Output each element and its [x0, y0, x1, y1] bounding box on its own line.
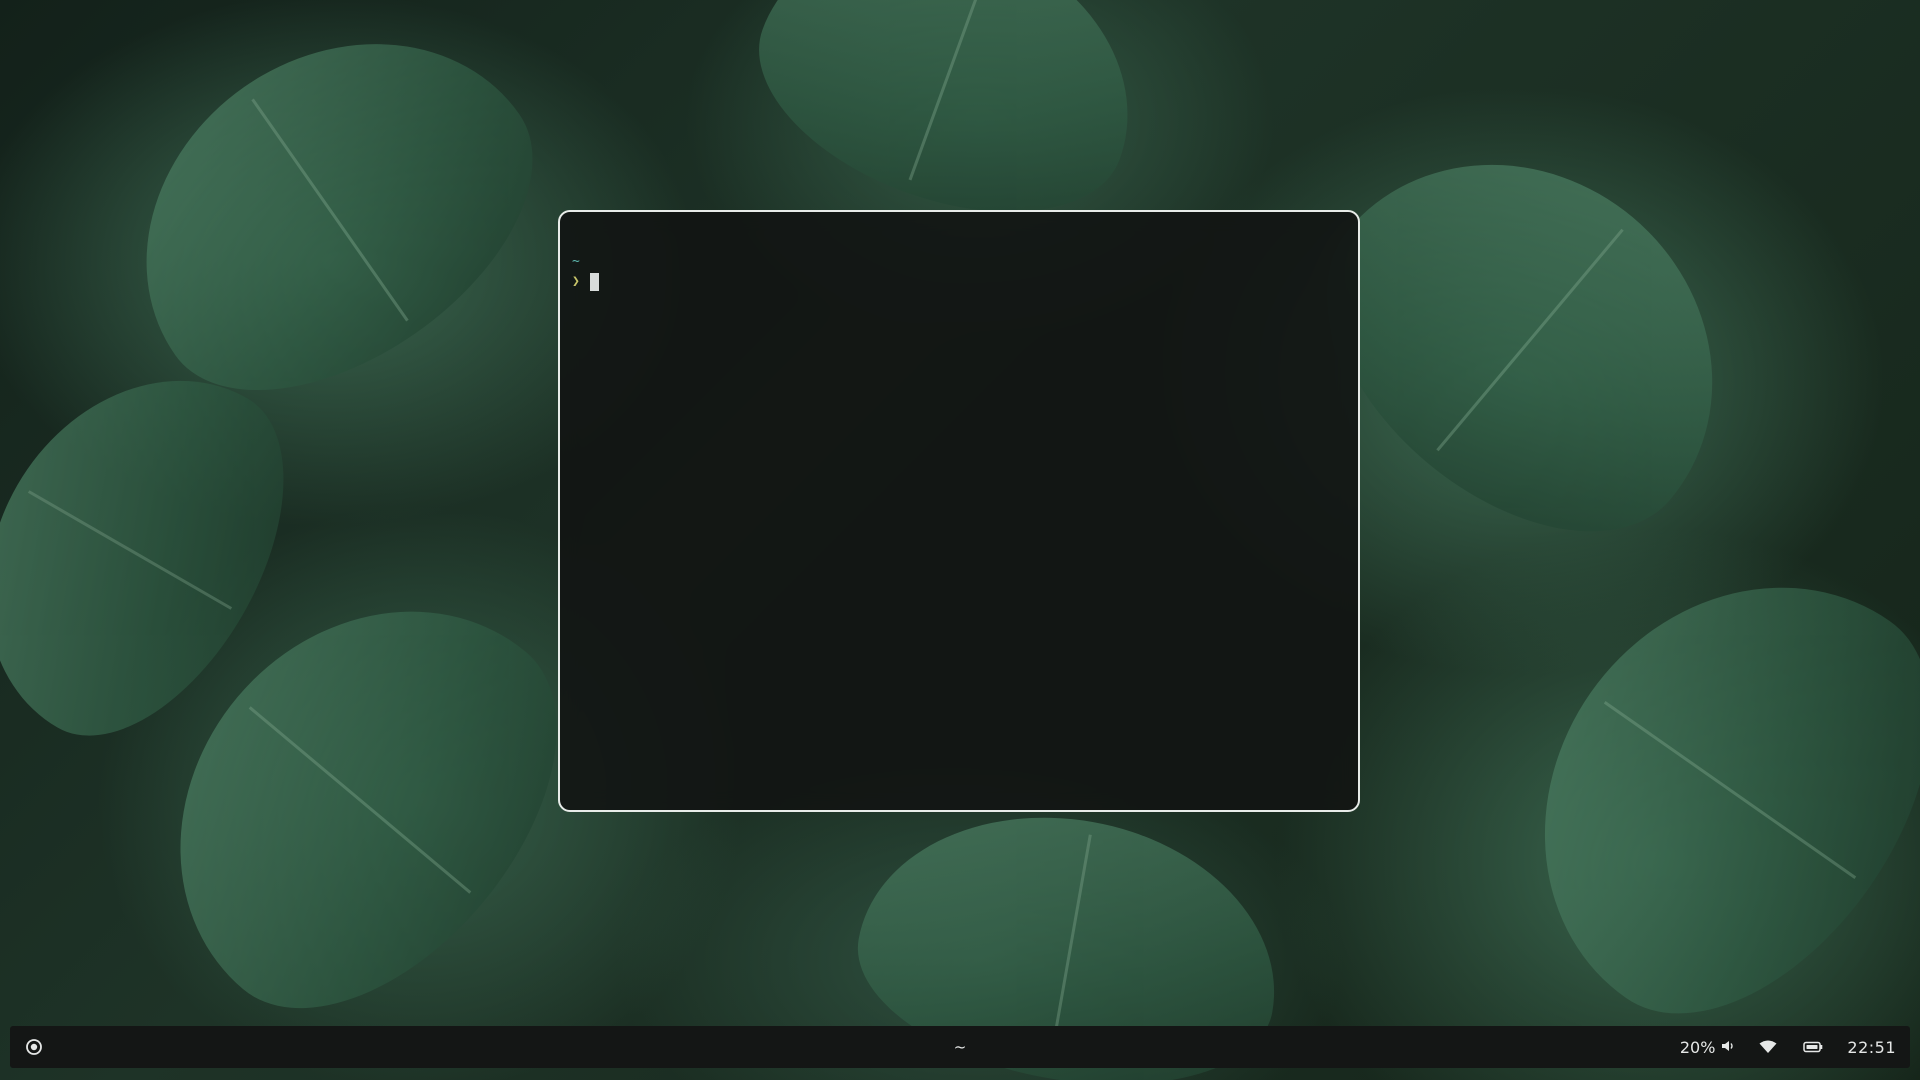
app-launcher-button[interactable]	[24, 1037, 44, 1057]
battery-icon[interactable]	[1803, 1041, 1823, 1053]
wifi-icon[interactable]	[1759, 1040, 1777, 1054]
active-window-title: ~	[953, 1038, 967, 1056]
leaf-decoration	[1458, 504, 1920, 1076]
speaker-icon	[1721, 1038, 1735, 1057]
prompt-symbol: ❯	[572, 274, 580, 289]
system-tray: 20% 22:51	[1680, 1026, 1896, 1068]
terminal-cwd: ~	[572, 254, 580, 269]
terminal-content[interactable]: ~ ❯	[572, 252, 599, 292]
volume-percent: 20%	[1679, 1037, 1716, 1057]
target-icon	[26, 1039, 42, 1055]
terminal-window[interactable]: ~ ❯	[558, 210, 1360, 812]
clock[interactable]: 22:51	[1847, 1038, 1896, 1057]
taskbar: ~ 20% 22:51	[10, 1026, 1910, 1068]
volume-control[interactable]: 20%	[1680, 1038, 1760, 1057]
terminal-cursor	[589, 273, 599, 291]
